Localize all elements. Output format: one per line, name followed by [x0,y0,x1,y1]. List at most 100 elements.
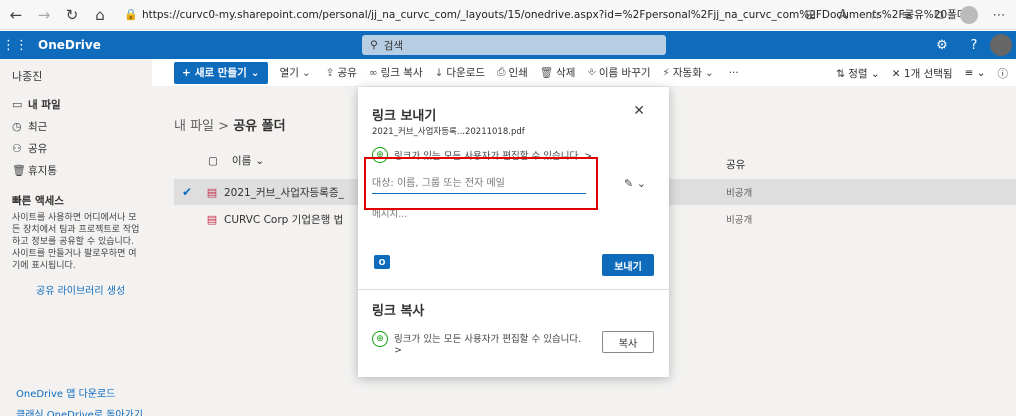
forward-icon[interactable]: → [32,3,56,27]
search-input[interactable]: ⚲ 검색 [362,35,666,55]
create-shared-library-link[interactable]: 공유 라이브러리 생성 [0,272,152,297]
pencil-dropdown-icon[interactable]: ✎ ⌄ [624,177,646,190]
file-sharing: 비공개 [726,188,753,199]
file-type-icon: ▢ [208,154,218,167]
command-bar: + 새로 만들기 ⌄ 열기 ⌄ ⇪ 공유 ∞ 링크 복사 ↓ 다운로드 ⎙ 인쇄 🗑 삭제 … [152,59,1016,87]
share-button[interactable]: ⇪ 공유 [326,65,357,80]
file-name[interactable]: CURVC Corp 기업은행 법인통 [224,212,344,227]
file-sharing: 비공개 [726,215,753,226]
chevron-down-icon: ⌄ [250,66,260,79]
folder-icon: ▭ [12,97,23,111]
outlook-icon[interactable]: O [374,255,390,269]
app-title[interactable]: OneDrive [38,38,101,52]
automate-icon: ⚡ [662,66,670,79]
help-icon[interactable]: ? [958,38,990,53]
read-aloud-icon[interactable]: A [832,3,854,27]
user-avatar[interactable] [990,34,1012,56]
checkmark-icon[interactable]: ✔ [174,185,200,199]
profile-avatar[interactable] [960,6,978,24]
trash-icon: 🗑 [12,163,26,177]
print-button[interactable]: ⎙ 인쇄 [497,65,528,80]
sidebar-item-label: 공유 [28,142,48,155]
breadcrumb-root[interactable]: 내 파일 [174,119,214,134]
pdf-file-icon: ▤ [206,212,218,226]
classic-onedrive-link[interactable]: 클래식 OneDrive로 돌아가기 [16,406,143,416]
sidebar-item-recycle-bin[interactable]: 🗑 휴지통 [0,159,152,181]
clock-icon: ◷ [12,119,22,133]
app-launcher-icon[interactable]: ⋮⋮ [0,38,30,53]
quick-access-heading: 빠른 액세스 [12,195,64,207]
favorite-star-icon[interactable]: ☆ [864,3,886,27]
sort-button[interactable]: ⇅ 정렬 ⌄ [836,66,880,81]
send-button[interactable]: 보내기 [602,254,654,276]
rename-icon: ⎀ [587,66,596,78]
breadcrumb-separator: > [218,119,234,134]
sidebar-item-my-files[interactable]: ▭ 내 파일 [0,93,152,115]
open-button[interactable]: 열기 ⌄ [280,65,314,80]
sidebar-item-recent[interactable]: ◷ 최근 [0,115,152,137]
globe-icon: ⊕ [372,147,388,163]
command-bar-right: ⇅ 정렬 ⌄ ✕ 1개 선택됨 ≡ ⌄ ⓘ [836,59,1008,87]
view-options-icon[interactable]: ≡ ⌄ [965,67,986,79]
delete-button[interactable]: 🗑 삭제 [540,65,576,80]
copy-link-button[interactable]: ∞ 링크 복사 [369,65,423,80]
search-placeholder: 검색 [383,39,404,52]
share-icon: ⇪ [325,66,335,79]
breadcrumb: 내 파일 > 공유 폴더 [174,115,286,134]
settings-gear-icon[interactable]: ⚙ [926,38,958,53]
copy-link-heading: 링크 복사 [372,304,425,319]
lock-icon: 🔒 [124,8,138,21]
back-icon[interactable]: ← [4,3,28,27]
onedrive-header: ⋮⋮ OneDrive ⚲ 검색 ⚙ ? [0,31,1016,59]
copy-link-permission[interactable]: ⊕ 링크가 있는 모든 사용자가 편집할 수 있습니다. > [372,331,592,356]
sidebar-user-name: 나종진 [12,70,43,83]
chevron-down-icon: ⌄ [255,154,265,167]
refresh-icon[interactable]: ↻ [60,3,84,27]
copy-button[interactable]: 복사 [602,331,654,353]
dialog-filename: 2021_커브_사업자등록...20211018.pdf [372,127,525,137]
download-icon: ↓ [434,66,444,79]
close-icon[interactable]: ✕ [633,103,645,119]
send-link-dialog: 링크 보내기 2021_커브_사업자등록...20211018.pdf ✕ ⊕ … [358,87,669,377]
browser-toolbar: ← → ↻ ⌂ 🔒 https://curvc0-my.sharepoint.c… [0,0,1016,30]
sidebar: 나종진 ▭ 내 파일 ◷ 최근 ⚇ 공유 🗑 휴지통 빠른 액세스 사이트를 사… [0,59,152,416]
trash-icon: 🗑 [539,67,554,79]
breadcrumb-current: 공유 폴더 [233,119,286,134]
message-input[interactable]: 메시지... [372,206,407,220]
browser-actions: ⊞ A ☆ ≡ ⧉ ⋯ [800,3,1010,27]
people-icon: ⚇ [12,141,22,155]
download-app-link[interactable]: OneDrive 앱 다운로드 [16,385,115,400]
close-icon: ✕ [891,67,901,80]
recipient-input[interactable] [372,174,586,194]
more-commands-button[interactable]: ··· [729,67,739,79]
sidebar-item-label: 최근 [28,120,48,133]
header-actions: ⚙ ? [926,31,1016,59]
download-button[interactable]: ↓ 다운로드 [435,65,485,80]
link-icon: ∞ [368,66,378,79]
column-header-sharing[interactable]: 공유 [726,157,745,172]
chevron-down-icon: ⌄ [704,66,714,79]
collections-icon[interactable]: ⧉ [928,3,950,27]
sidebar-item-shared[interactable]: ⚇ 공유 [0,137,152,159]
info-icon[interactable]: ⓘ [998,66,1009,81]
dialog-divider [358,289,669,290]
sidebar-item-label: 휴지통 [28,164,57,177]
file-name[interactable]: 2021_커브_사업자등록증_202 [224,185,344,200]
dialog-title: 링크 보내기 [372,109,437,124]
automate-button[interactable]: ⚡ 자동화 ⌄ [663,65,717,80]
plus-icon: + [182,66,191,79]
globe-icon: ⊕ [372,331,388,347]
more-icon[interactable]: ⋯ [988,3,1010,27]
link-permission-setting[interactable]: ⊕ 링크가 있는 모든 사용자가 편집할 수 있습니다. > [372,147,592,163]
selection-count[interactable]: ✕ 1개 선택됨 [892,66,953,81]
print-icon: ⎙ [497,66,506,78]
sort-icon: ⇅ [836,67,845,80]
new-button[interactable]: + 새로 만들기 ⌄ [174,61,268,84]
favorites-icon[interactable]: ≡ [896,3,918,27]
home-icon[interactable]: ⌂ [88,3,112,27]
search-icon: ⚲ [370,39,378,51]
app-available-icon[interactable]: ⊞ [800,3,822,27]
sidebar-item-label: 내 파일 [28,98,61,111]
rename-button[interactable]: ⎀ 이름 바꾸기 [587,65,650,80]
column-header-name[interactable]: ▢ 이름 ⌄ [208,153,264,168]
